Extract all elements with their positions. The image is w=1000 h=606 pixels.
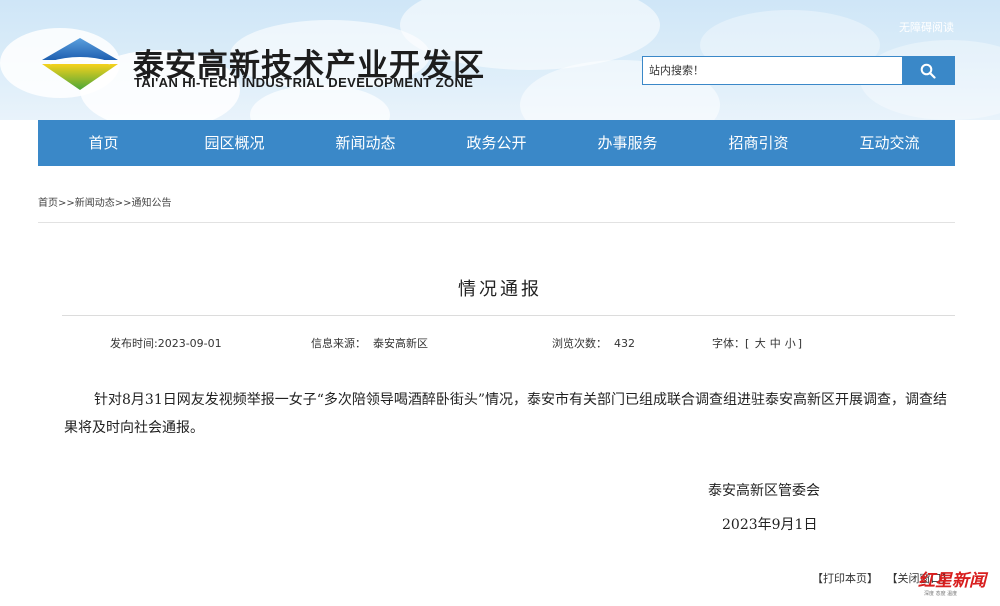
search-box <box>642 56 955 85</box>
article-signer: 泰安高新区管委会 <box>708 483 820 499</box>
publish-time-value: 2023-09-01 <box>157 337 222 350</box>
watermark-text: 红星新闻 <box>918 571 986 591</box>
search-button[interactable] <box>902 57 954 84</box>
search-icon <box>920 63 936 79</box>
nav-item-news[interactable]: 新闻动态 <box>300 120 431 166</box>
info-source: 信息来源： 泰安高新区 <box>311 335 428 351</box>
publish-time-label: 发布时间: <box>110 337 158 350</box>
nav-item-park-overview[interactable]: 园区概况 <box>169 120 300 166</box>
view-count-label: 浏览次数： <box>552 337 607 350</box>
watermark-logo: 红星新闻 深度 态度 温度 <box>918 566 998 602</box>
info-source-label: 信息来源： <box>311 337 366 350</box>
breadcrumb-divider <box>38 222 955 223</box>
header-cloud <box>250 85 390 120</box>
print-page-button[interactable]: 【打印本页】 <box>812 572 878 585</box>
font-size-selector: 字体：[ 大中小] <box>712 335 802 351</box>
nav-item-government-affairs[interactable]: 政务公开 <box>431 120 562 166</box>
site-logo-icon[interactable] <box>40 36 120 92</box>
info-source-value: 泰安高新区 <box>373 337 428 350</box>
article-date: 2023年9月1日 <box>722 517 818 533</box>
search-input[interactable] <box>643 57 902 84</box>
nav-item-interaction[interactable]: 互动交流 <box>824 120 955 166</box>
watermark-subtext: 深度 态度 温度 <box>924 591 958 597</box>
nav-item-investment[interactable]: 招商引资 <box>693 120 824 166</box>
nav-item-services[interactable]: 办事服务 <box>562 120 693 166</box>
site-title-english: TAI'AN HI-TECH INDUSTRIAL DEVELOPMENT ZO… <box>134 75 474 90</box>
font-size-label: 字体： <box>712 337 745 350</box>
article-body: 针对8月31日网友发视频举报一女子“多次陪领导喝酒醉卧街头”情况，泰安市有关部门… <box>64 392 948 436</box>
publish-time: 发布时间:2023-09-01 <box>110 335 222 351</box>
view-count-value: 432 <box>614 337 635 350</box>
view-count: 浏览次数： 432 <box>552 335 635 351</box>
font-bracket-open: [ <box>745 337 750 350</box>
accessibility-link[interactable]: 无障碍阅读 <box>899 19 954 35</box>
font-bracket-close: ] <box>797 337 803 350</box>
main-nav: 首页 园区概况 新闻动态 政务公开 办事服务 招商引资 互动交流 <box>38 120 955 166</box>
font-size-medium[interactable]: 中 <box>768 337 783 350</box>
font-size-large[interactable]: 大 <box>753 337 768 350</box>
title-divider <box>62 315 955 316</box>
breadcrumb[interactable]: 首页>>新闻动态>>通知公告 <box>38 194 172 209</box>
site-header: 泰安高新技术产业开发区 TAI'AN HI-TECH INDUSTRIAL DE… <box>0 0 1000 120</box>
font-size-small[interactable]: 小 <box>783 337 798 350</box>
nav-item-home[interactable]: 首页 <box>38 120 169 166</box>
article-title: 情况通报 <box>458 279 542 300</box>
